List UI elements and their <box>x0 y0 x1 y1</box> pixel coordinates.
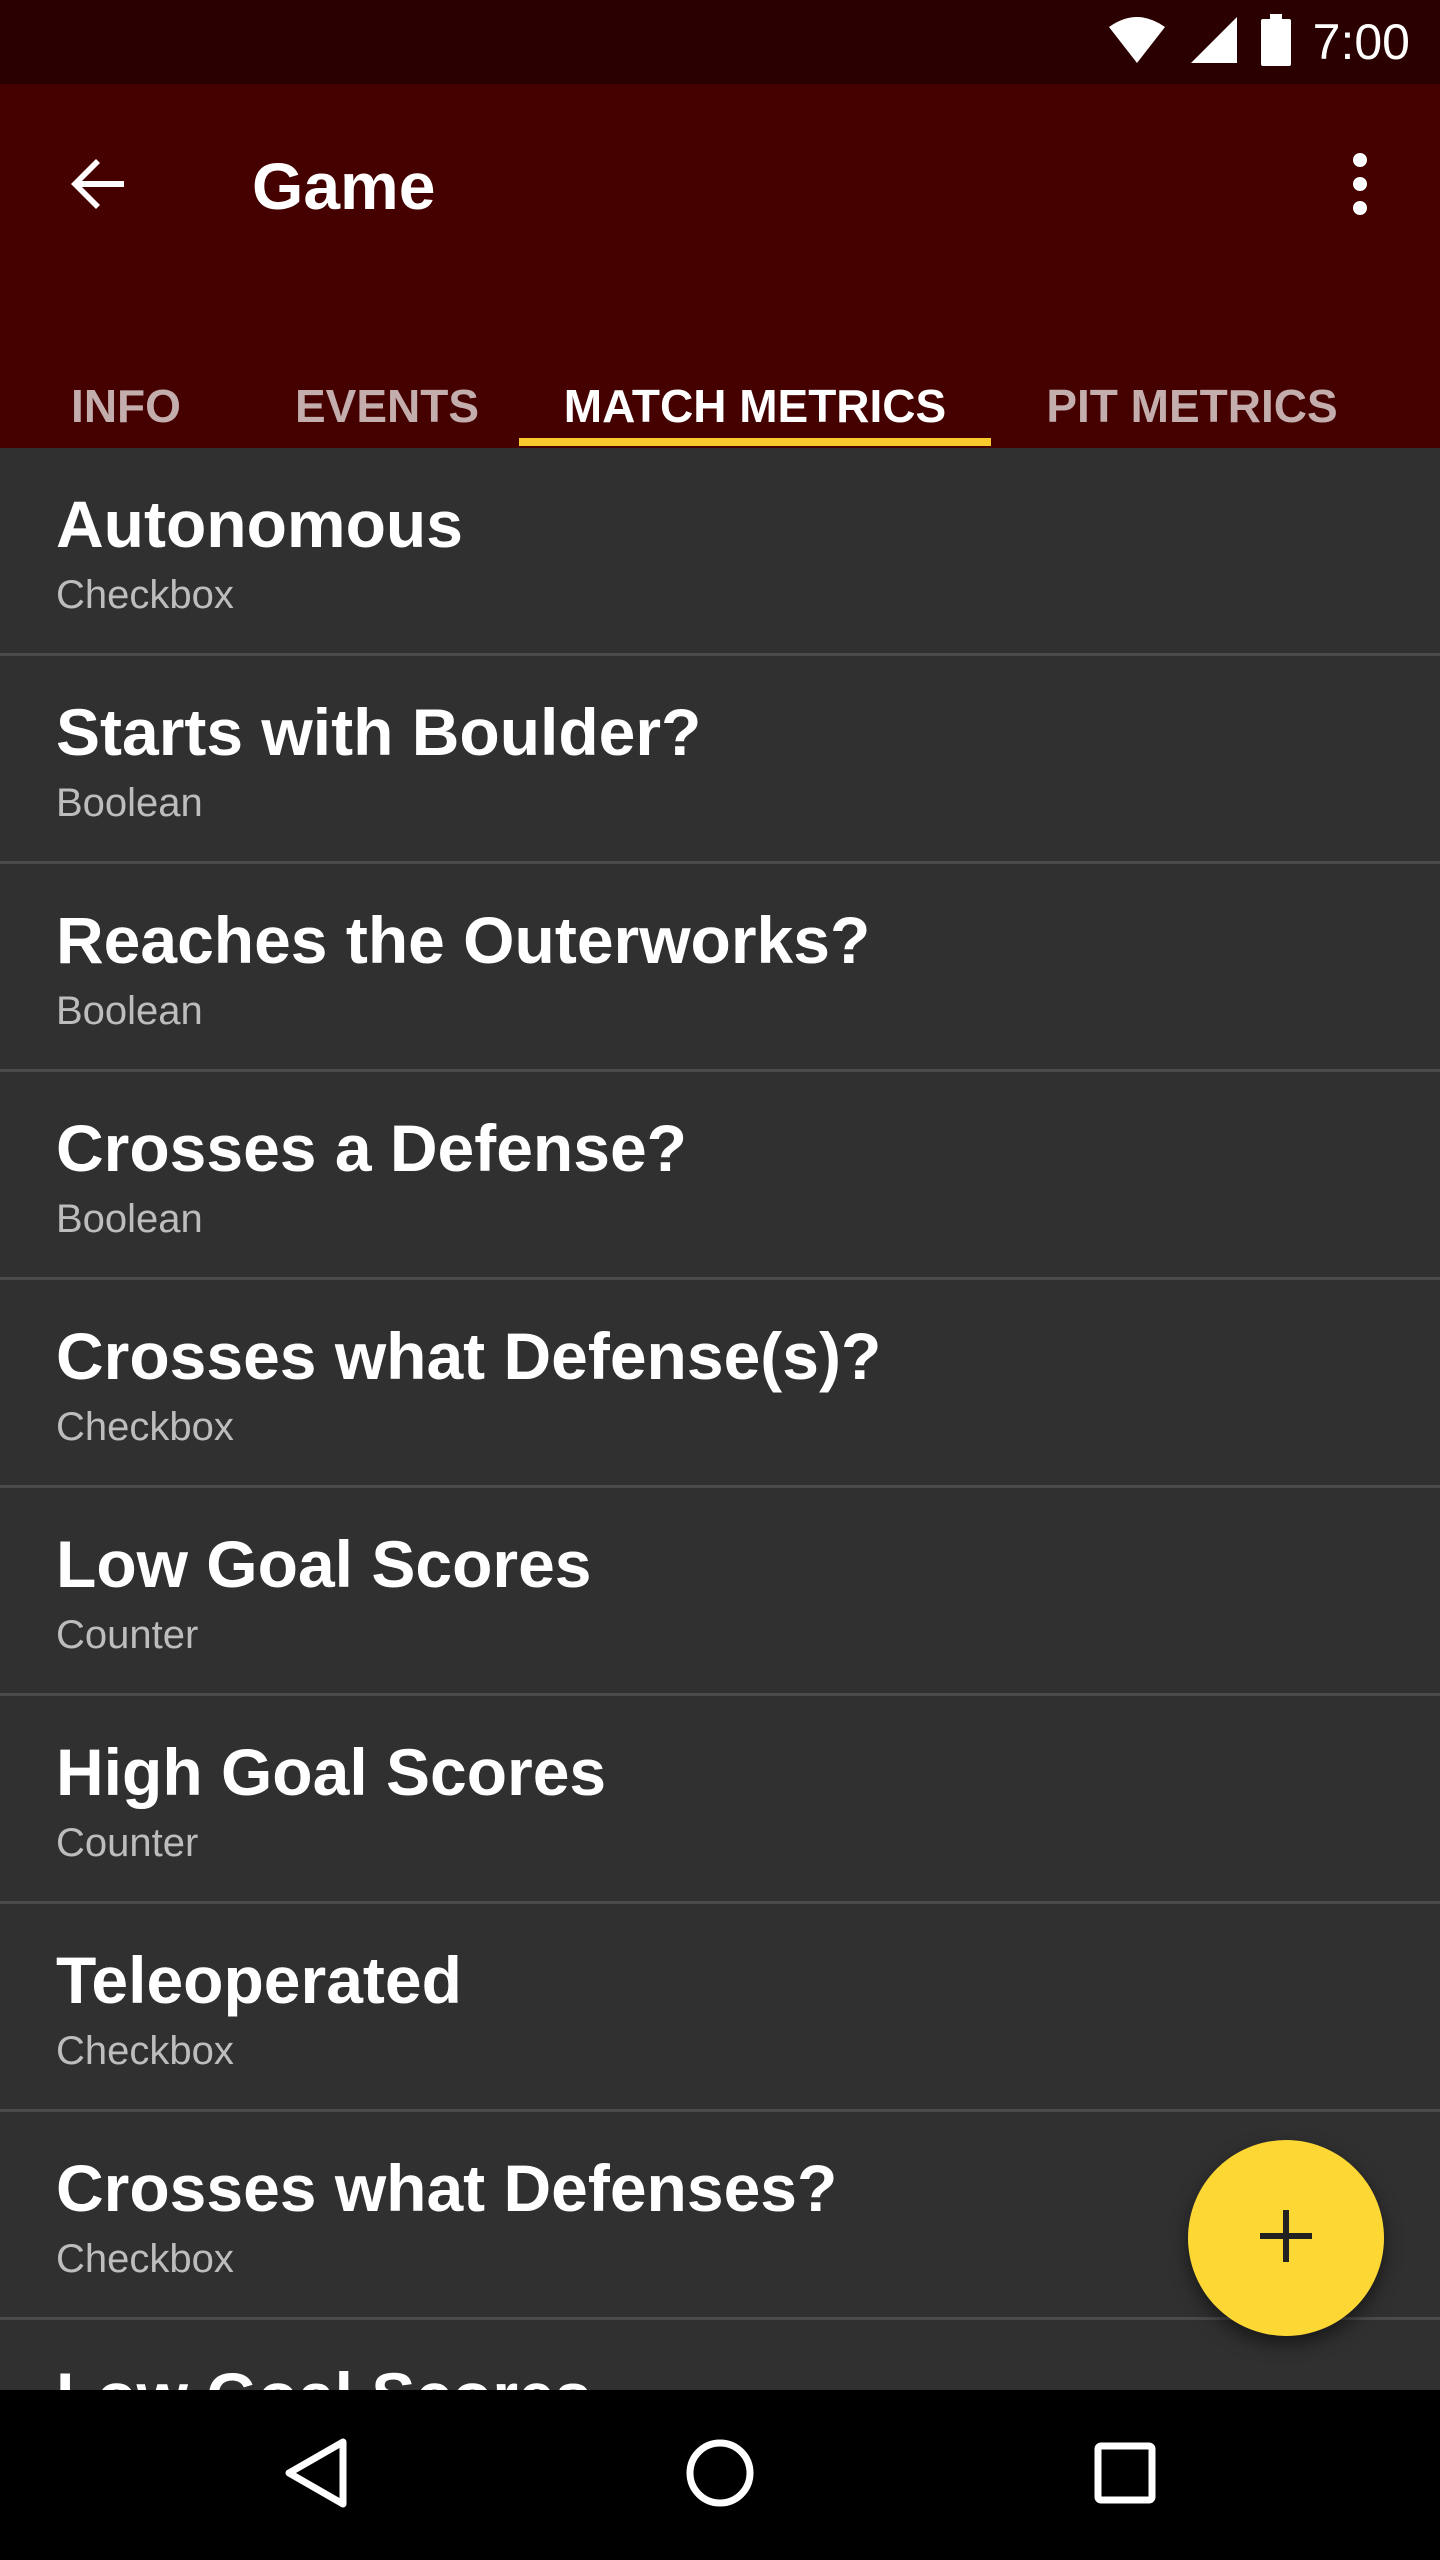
list-item[interactable]: Crosses what Defense(s)? Checkbox <box>0 1280 1440 1488</box>
nav-recents-icon <box>1093 2441 1157 2510</box>
tab-info[interactable]: INFO <box>52 364 200 448</box>
metric-name: Autonomous <box>56 487 463 561</box>
metrics-list: Autonomous Checkbox Starts with Boulder?… <box>0 448 1440 2390</box>
metric-name: Low Goal Scores <box>56 1527 592 1601</box>
battery-icon <box>1260 13 1291 71</box>
tab-match-metrics[interactable]: MATCH METRICS <box>519 364 991 448</box>
list-item[interactable]: Reaches the Outerworks? Boolean <box>0 864 1440 1072</box>
list-item[interactable]: Low Goal Scores <box>0 2320 1440 2390</box>
metric-type: Checkbox <box>56 1405 234 1449</box>
metric-name: Teleoperated <box>56 1943 462 2017</box>
list-item[interactable]: Crosses a Defense? Boolean <box>0 1072 1440 1280</box>
metric-name: Low Goal Scores <box>56 2356 591 2390</box>
metric-name: Starts with Boulder? <box>56 695 702 769</box>
status-bar: 7:00 <box>0 0 1440 84</box>
nav-home-icon <box>684 2437 756 2514</box>
metric-name: Crosses what Defense(s)? <box>56 1319 882 1393</box>
metric-type: Counter <box>56 1613 199 1657</box>
metric-type: Checkbox <box>56 573 234 617</box>
list-item[interactable]: High Goal Scores Counter <box>0 1696 1440 1904</box>
list-item[interactable]: Starts with Boulder? Boolean <box>0 656 1440 864</box>
cell-signal-icon <box>1189 15 1239 70</box>
app-bar: Game INFO EVENTS MATCH METRICS PIT METRI… <box>0 84 1440 448</box>
wifi-icon <box>1107 15 1167 70</box>
system-nav-bar <box>0 2390 1440 2560</box>
page-title: Game <box>252 149 436 223</box>
metric-name: Crosses a Defense? <box>56 1111 687 1185</box>
metric-name: Reaches the Outerworks? <box>56 903 871 977</box>
metric-type: Checkbox <box>56 2237 234 2281</box>
metric-name: Crosses what Defenses? <box>56 2151 838 2225</box>
nav-back-button[interactable] <box>266 2425 366 2525</box>
metric-type: Boolean <box>56 989 203 1033</box>
tab-events[interactable]: EVENTS <box>280 364 494 448</box>
metric-type: Checkbox <box>56 2029 234 2073</box>
list-item[interactable]: Autonomous Checkbox <box>0 448 1440 656</box>
status-time: 7:00 <box>1312 14 1410 70</box>
tab-indicator <box>519 438 991 446</box>
list-item[interactable]: Low Goal Scores Counter <box>0 1488 1440 1696</box>
nav-recents-button[interactable] <box>1075 2425 1175 2525</box>
add-icon <box>1258 2208 1314 2269</box>
metric-type: Boolean <box>56 1197 203 1241</box>
metric-name: High Goal Scores <box>56 1735 607 1809</box>
metric-type: Counter <box>56 1821 199 1865</box>
status-icons: 7:00 <box>1107 0 1410 84</box>
tab-bar: INFO EVENTS MATCH METRICS PIT METRICS <box>0 364 1440 448</box>
add-metric-button[interactable] <box>1188 2140 1384 2336</box>
nav-home-button[interactable] <box>670 2425 770 2525</box>
list-item[interactable]: Teleoperated Checkbox <box>0 1904 1440 2112</box>
tab-pit-metrics[interactable]: PIT METRICS <box>1022 364 1362 448</box>
arrow-back-icon <box>66 152 130 221</box>
back-button[interactable] <box>50 138 146 234</box>
overflow-menu-button[interactable] <box>1320 138 1400 234</box>
screen: 7:00 Game INFO EVENTS MATCH METRICS PIT … <box>0 0 1440 2560</box>
more-vert-icon <box>1350 152 1370 221</box>
nav-back-icon <box>281 2437 351 2514</box>
metric-type: Boolean <box>56 781 203 825</box>
